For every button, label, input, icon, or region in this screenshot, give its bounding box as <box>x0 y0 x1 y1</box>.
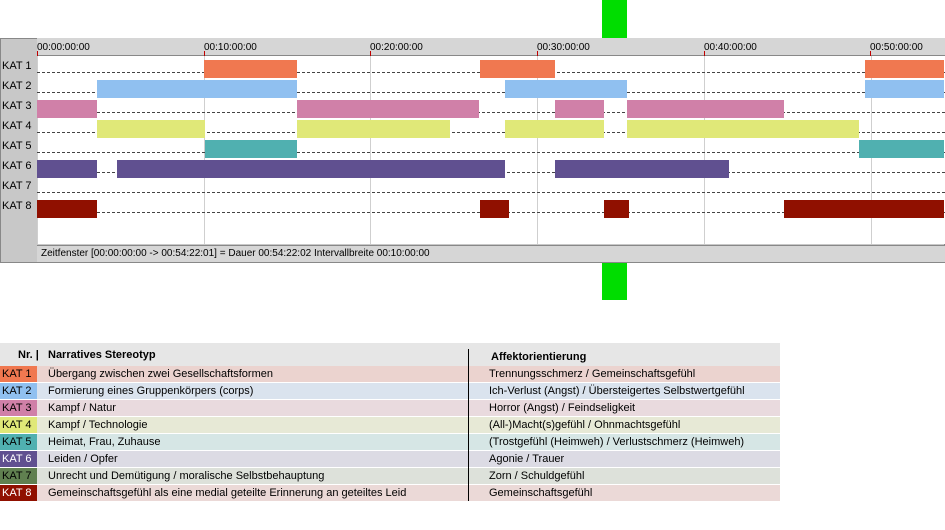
ruler-tick-20: 00:20:00:00 <box>370 42 423 53</box>
segment-kat6[interactable] <box>117 160 505 178</box>
legend-row: KAT 2 Formierung eines Gruppenkörpers (co… <box>0 383 780 399</box>
legend-category-badge: KAT 5 <box>0 434 37 450</box>
legend-affekt: Trennungsschmerz / Gemeinschaftsgefühl <box>489 368 696 380</box>
legend-row: KAT 6 Leiden / Opfer Agonie / Trauer <box>0 451 780 467</box>
legend-category-badge: KAT 3 <box>0 400 37 416</box>
legend-category-badge: KAT 1 <box>0 366 37 382</box>
legend-stereotyp: Kampf / Natur <box>48 402 116 414</box>
time-ruler[interactable]: 00:00:00:00 00:10:00:00 00:20:00:00 00:3… <box>37 38 945 56</box>
category-label-kat6: KAT 6 <box>2 160 32 172</box>
legend-category-badge: KAT 7 <box>0 468 37 484</box>
legend-affekt: (Trostgefühl (Heimweh) / Verlustschmerz … <box>489 436 745 448</box>
legend-affekt: Horror (Angst) / Feindseligkeit <box>489 402 636 414</box>
legend-stereotyp: Übergang zwischen zwei Gesellschaftsform… <box>48 368 273 380</box>
legend-header-affekt: Affektorientierung <box>491 351 587 363</box>
category-label-kat7: KAT 7 <box>2 180 32 192</box>
legend-affekt: Zorn / Schuldgefühl <box>489 470 585 482</box>
timeline-plot-area[interactable] <box>37 56 945 244</box>
legend-header-stereotyp: Narratives Stereotyp <box>48 349 156 361</box>
category-label-kat2: KAT 2 <box>2 80 32 92</box>
segment-kat3[interactable] <box>37 100 97 118</box>
segment-kat5[interactable] <box>205 140 297 158</box>
segment-kat4[interactable] <box>627 120 859 138</box>
segment-kat8[interactable] <box>37 200 97 218</box>
segment-kat1[interactable] <box>480 60 555 78</box>
category-label-kat8: KAT 8 <box>2 200 32 212</box>
legend-category-badge: KAT 2 <box>0 383 37 399</box>
grid-line <box>704 56 705 244</box>
legend-row: KAT 5 Heimat, Frau, Zuhause (Trostgefühl (… <box>0 434 780 450</box>
segment-kat2[interactable] <box>505 80 627 98</box>
legend-stereotyp: Leiden / Opfer <box>48 453 118 465</box>
ruler-tick-30: 00:30:00:00 <box>537 42 590 53</box>
segment-kat2[interactable] <box>865 80 944 98</box>
legend-stereotyp: Gemeinschaftsgefühl als eine medial gete… <box>48 487 407 499</box>
legend-row: KAT 8 Gemeinschaftsgefühl als eine medial… <box>0 485 780 501</box>
track-line-kat7 <box>37 192 945 193</box>
category-label-kat1: KAT 1 <box>2 60 32 72</box>
legend-row: KAT 4 Kampf / Technologie (All-)Macht(s)ge… <box>0 417 780 433</box>
legend-column-divider <box>468 349 469 501</box>
segment-kat6[interactable] <box>37 160 97 178</box>
legend-affekt: Gemeinschaftsgefühl <box>489 487 593 499</box>
legend-affekt: Ich-Verlust (Angst) / Übersteigertes Sel… <box>489 385 745 397</box>
legend-row: KAT 1 Übergang zwischen zwei Gesellschaft… <box>0 366 780 382</box>
segment-kat2[interactable] <box>97 80 297 98</box>
legend-category-badge: KAT 8 <box>0 485 37 501</box>
category-label-kat5: KAT 5 <box>2 140 32 152</box>
legend-row: KAT 3 Kampf / Natur Horror (Angst) / Feind… <box>0 400 780 416</box>
segment-kat8[interactable] <box>480 200 509 218</box>
ruler-tick-40: 00:40:00:00 <box>704 42 757 53</box>
segment-kat3[interactable] <box>297 100 479 118</box>
ruler-tick-0: 00:00:00:00 <box>37 42 90 53</box>
legend-stereotyp: Formierung eines Gruppenkörpers (corps) <box>48 385 254 397</box>
segment-kat1[interactable] <box>865 60 944 78</box>
segment-kat6[interactable] <box>555 160 729 178</box>
segment-kat4[interactable] <box>505 120 604 138</box>
segment-kat3[interactable] <box>555 100 604 118</box>
legend-stereotyp: Heimat, Frau, Zuhause <box>48 436 161 448</box>
category-label-kat3: KAT 3 <box>2 100 32 112</box>
legend-header: Nr. | Narratives Stereotyp Affektorienti… <box>0 343 780 366</box>
segment-kat5[interactable] <box>859 140 944 158</box>
playhead-marker-bottom[interactable] <box>602 262 627 300</box>
segment-kat8[interactable] <box>604 200 629 218</box>
legend-affekt: Agonie / Trauer <box>489 453 565 465</box>
grid-line <box>370 56 371 244</box>
ruler-tick-50: 00:50:00:00 <box>870 42 923 53</box>
legend-stereotyp: Kampf / Technologie <box>48 419 148 431</box>
ruler-tick-10: 00:10:00:00 <box>204 42 257 53</box>
legend-category-badge: KAT 6 <box>0 451 37 467</box>
track-line-kat3 <box>37 112 945 113</box>
legend-row: KAT 7 Unrecht und Demütigung / moralische… <box>0 468 780 484</box>
playhead-marker-top[interactable] <box>602 0 627 38</box>
segment-kat8[interactable] <box>784 200 944 218</box>
legend-header-nr: Nr. | <box>18 349 39 361</box>
status-bar: Zeitfenster [00:00:00:00 -> 00:54:22:01]… <box>37 245 945 262</box>
segment-kat4[interactable] <box>97 120 205 138</box>
legend-category-badge: KAT 4 <box>0 417 37 433</box>
segment-kat4[interactable] <box>297 120 450 138</box>
segment-kat1[interactable] <box>204 60 297 78</box>
segment-kat3[interactable] <box>627 100 784 118</box>
track-line-kat5 <box>37 152 945 153</box>
legend-stereotyp: Unrecht und Demütigung / moralische Selb… <box>48 470 325 482</box>
category-label-kat4: KAT 4 <box>2 120 32 132</box>
legend-affekt: (All-)Macht(s)gefühl / Ohnmachtsgefühl <box>489 419 681 431</box>
